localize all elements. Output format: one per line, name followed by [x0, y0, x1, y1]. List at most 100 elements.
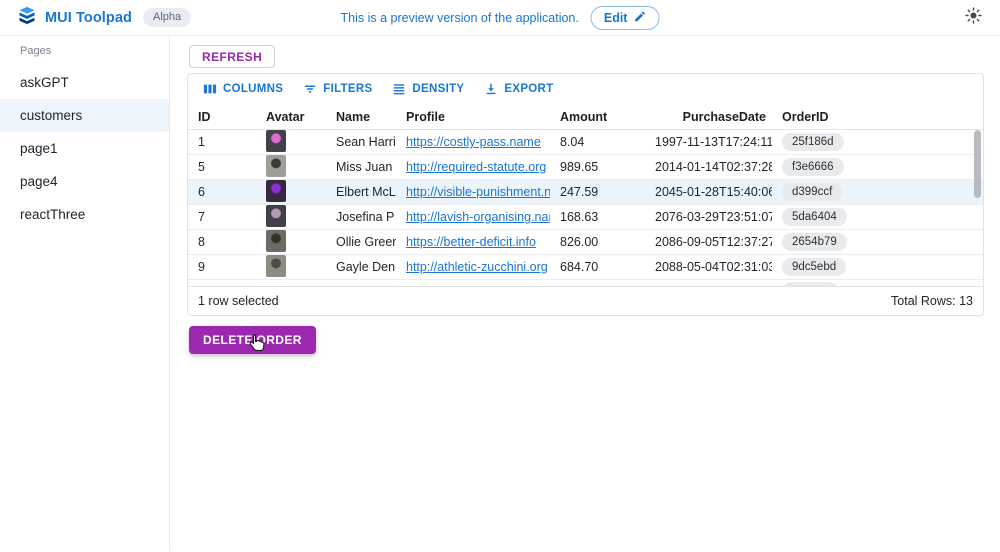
sidebar-item-label: askGPT [20, 75, 69, 90]
grid-rows-viewport: 1 Sean Harris https://costly-pass.name 8… [188, 130, 983, 286]
columns-button[interactable]: COLUMNS [196, 78, 290, 100]
edit-button-label: Edit [604, 11, 628, 25]
preview-text: This is a preview version of the applica… [341, 11, 579, 25]
table-row[interactable]: 7 Josefina P… http://lavish-organising.n… [188, 205, 983, 230]
vertical-scrollbar[interactable] [974, 130, 981, 198]
sidebar-item-page1[interactable]: page1 [0, 132, 169, 165]
cell-amount: 989.65 [550, 160, 645, 174]
filters-button-label: FILTERS [323, 83, 372, 95]
cell-profile: http://visible-punishment.net [396, 185, 550, 199]
column-header-amount[interactable]: Amount [550, 110, 645, 124]
refresh-button[interactable]: REFRESH [189, 45, 275, 68]
mui-toolpad-logo-icon [18, 6, 36, 30]
app-bar: MUI Toolpad Alpha This is a preview vers… [0, 0, 1000, 36]
cell-amount: 168.63 [550, 210, 645, 224]
order-id-chip [782, 282, 839, 286]
table-row-partial[interactable] [188, 280, 983, 286]
profile-link[interactable]: https://better-deficit.info [406, 235, 536, 249]
cell-amount: 8.04 [550, 135, 645, 149]
density-button[interactable]: DENSITY [385, 78, 471, 100]
cell-id: 5 [188, 160, 256, 174]
table-row[interactable]: 8 Ollie Green… https://better-deficit.in… [188, 230, 983, 255]
column-header-name[interactable]: Name [326, 110, 396, 124]
cell-avatar [256, 180, 326, 205]
order-id-chip: 9dc5ebd [782, 258, 846, 276]
cell-purchasedate: 1997-11-13T17:24:11.769Z [645, 135, 772, 149]
cell-id: 1 [188, 135, 256, 149]
cell-profile: http://athletic-zucchini.org [396, 260, 550, 274]
profile-link[interactable]: https://costly-pass.name [406, 135, 541, 149]
columns-button-label: COLUMNS [223, 83, 283, 95]
cell-profile: http://lavish-organising.name [396, 210, 550, 224]
sidebar-item-reactthree[interactable]: reactThree [0, 198, 169, 231]
sidebar-item-askgpt[interactable]: askGPT [0, 66, 169, 99]
cell-avatar [256, 155, 326, 180]
cell-name: Josefina P… [326, 210, 396, 224]
sidebar-item-label: page4 [20, 174, 58, 189]
order-id-chip: 2654b79 [782, 233, 847, 251]
delete-order-button[interactable]: DELETE ORDER [189, 326, 316, 354]
avatar [266, 155, 286, 177]
cell-purchasedate: 2076-03-29T23:51:07.968Z [645, 210, 772, 224]
cell-orderid: 2654b79 [772, 233, 975, 251]
alpha-badge: Alpha [143, 8, 191, 27]
selection-status: 1 row selected [198, 294, 279, 308]
density-icon [392, 82, 406, 96]
cell-id: 8 [188, 235, 256, 249]
column-header-id[interactable]: ID [188, 110, 256, 124]
filter-icon [303, 82, 317, 96]
grid-footer: 1 row selected Total Rows: 13 [188, 286, 983, 315]
cell-amount: 826.00 [550, 235, 645, 249]
avatar [266, 230, 286, 252]
profile-link[interactable]: http://athletic-zucchini.org [406, 260, 548, 274]
profile-link[interactable]: http://visible-punishment.net [406, 185, 550, 199]
cell-purchasedate: 2014-01-14T02:37:28.536Z [645, 160, 772, 174]
cell-avatar [256, 255, 326, 280]
table-row[interactable]: 9 Gayle Den… http://athletic-zucchini.or… [188, 255, 983, 280]
edit-button[interactable]: Edit [591, 6, 660, 30]
filters-button[interactable]: FILTERS [296, 78, 379, 100]
pencil-icon [633, 10, 646, 26]
cell-orderid: 9dc5ebd [772, 258, 975, 276]
column-header-orderid[interactable]: OrderID [772, 110, 975, 124]
avatar [266, 180, 286, 202]
data-grid: COLUMNS FILTERS DE [187, 73, 984, 316]
grid-toolbar: COLUMNS FILTERS DE [188, 74, 983, 104]
export-button[interactable]: EXPORT [477, 78, 560, 100]
profile-link[interactable]: http://required-statute.org [406, 160, 546, 174]
cell-orderid: 25f186d [772, 133, 975, 151]
cell-amount: 247.59 [550, 185, 645, 199]
brand: MUI Toolpad Alpha [18, 6, 191, 30]
sidebar-item-label: customers [20, 108, 82, 123]
cell-id: 9 [188, 260, 256, 274]
cell-id: 7 [188, 210, 256, 224]
main-content: REFRESH COLUMNS [170, 36, 1000, 551]
avatar [266, 205, 286, 227]
sidebar-item-page4[interactable]: page4 [0, 165, 169, 198]
sidebar-item-customers[interactable]: customers [0, 99, 169, 132]
cell-id: 6 [188, 185, 256, 199]
sidebar-nav: askGPT customers page1 page4 reactThree [0, 66, 169, 231]
app-title: MUI Toolpad [45, 10, 132, 26]
total-rows-label: Total Rows: 13 [891, 294, 973, 308]
order-id-chip: 25f186d [782, 133, 844, 151]
column-header-purchasedate[interactable]: PurchaseDate [645, 110, 772, 124]
table-row[interactable]: 1 Sean Harris https://costly-pass.name 8… [188, 130, 983, 155]
cell-avatar [256, 130, 326, 155]
column-header-profile[interactable]: Profile [396, 110, 550, 124]
cell-name: Miss Juan … [326, 160, 396, 174]
sidebar-item-label: reactThree [20, 207, 85, 222]
cell-orderid: f3e6666 [772, 158, 975, 176]
cell-purchasedate: 2086-09-05T12:37:27.015Z [645, 235, 772, 249]
cell-avatar [256, 205, 326, 230]
table-row[interactable]: 5 Miss Juan … http://required-statute.or… [188, 155, 983, 180]
cell-name: Elbert McL… [326, 185, 396, 199]
cell-name: Ollie Green… [326, 235, 396, 249]
grid-header-row: ID Avatar Name Profile Amount PurchaseDa… [188, 104, 983, 130]
theme-toggle-button[interactable] [965, 7, 982, 29]
avatar [266, 255, 286, 277]
cell-amount: 684.70 [550, 260, 645, 274]
column-header-avatar[interactable]: Avatar [256, 110, 326, 124]
table-row[interactable]: 6 Elbert McL… http://visible-punishment.… [188, 180, 983, 205]
profile-link[interactable]: http://lavish-organising.name [406, 210, 550, 224]
